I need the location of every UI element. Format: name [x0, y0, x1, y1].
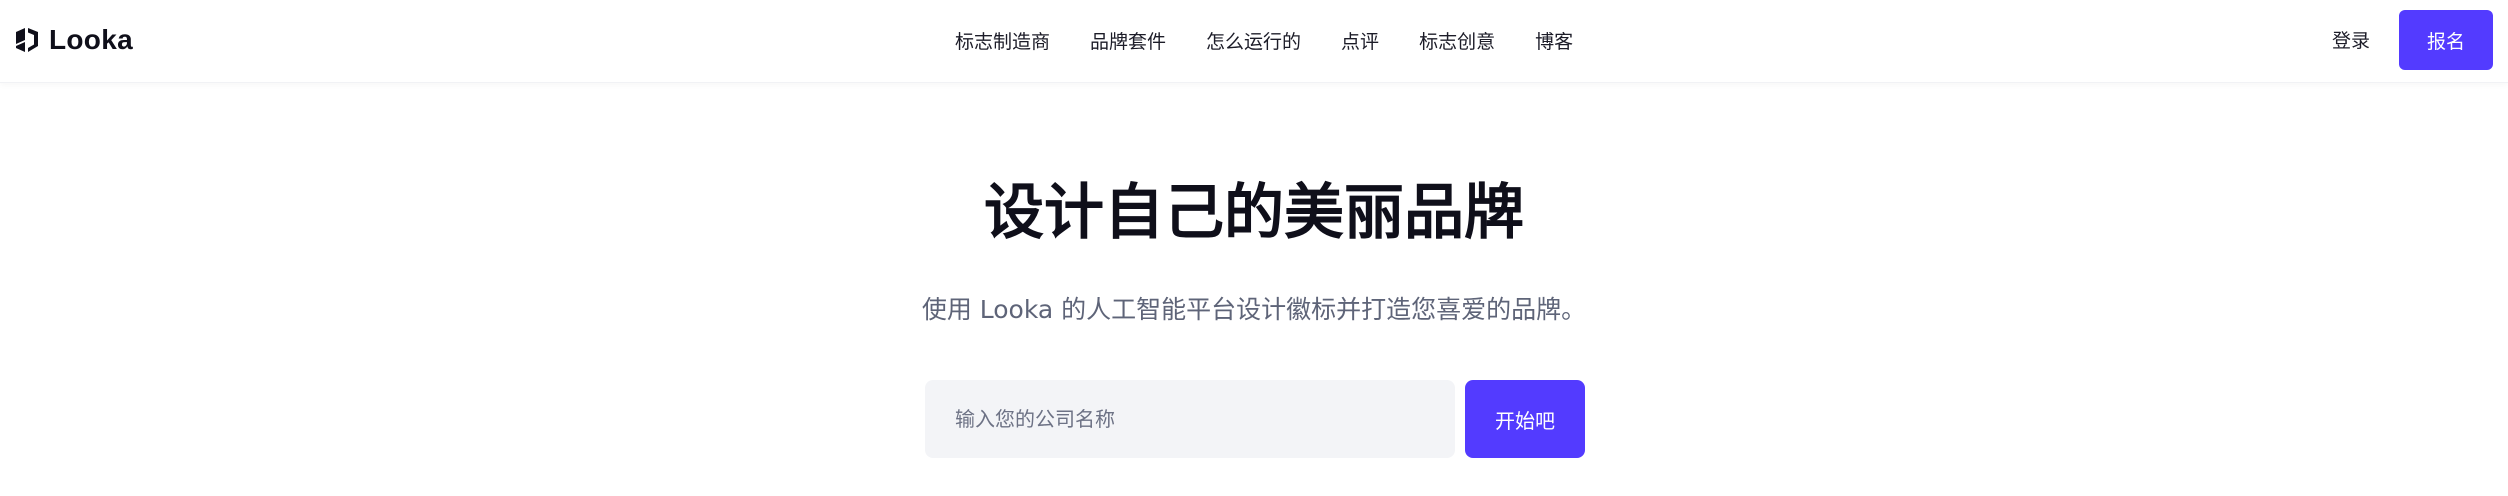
- logo-link[interactable]: Looka: [13, 22, 133, 58]
- logo-text: Looka: [49, 24, 133, 55]
- nav-item-logo-maker[interactable]: 标志制造商: [955, 27, 1050, 54]
- nav-item-how-it-works[interactable]: 怎么运行的: [1206, 27, 1301, 54]
- company-name-input[interactable]: [925, 380, 1455, 458]
- looka-logo-icon: [16, 28, 38, 52]
- main-nav: 标志制造商 品牌套件 怎么运行的 点评 标志创意 博客: [955, 24, 1573, 56]
- get-started-button[interactable]: 开始吧: [1465, 380, 1585, 458]
- nav-item-brand-kit[interactable]: 品牌套件: [1090, 27, 1166, 54]
- nav-item-reviews[interactable]: 点评: [1341, 27, 1379, 54]
- nav-item-blog[interactable]: 博客: [1535, 27, 1573, 54]
- login-link[interactable]: 登录: [2332, 26, 2370, 53]
- nav-item-logo-ideas[interactable]: 标志创意: [1419, 27, 1495, 54]
- hero-subtitle: 使用 Looka 的人工智能平台设计徽标并打造您喜爱的品牌。: [921, 295, 1587, 324]
- top-navigation-bar: Looka 标志制造商 品牌套件 怎么运行的 点评 标志创意 博客 登录 报名: [0, 0, 2508, 83]
- signup-button[interactable]: 报名: [2399, 10, 2493, 70]
- hero-title: 设计自己的美丽品牌: [984, 178, 1524, 248]
